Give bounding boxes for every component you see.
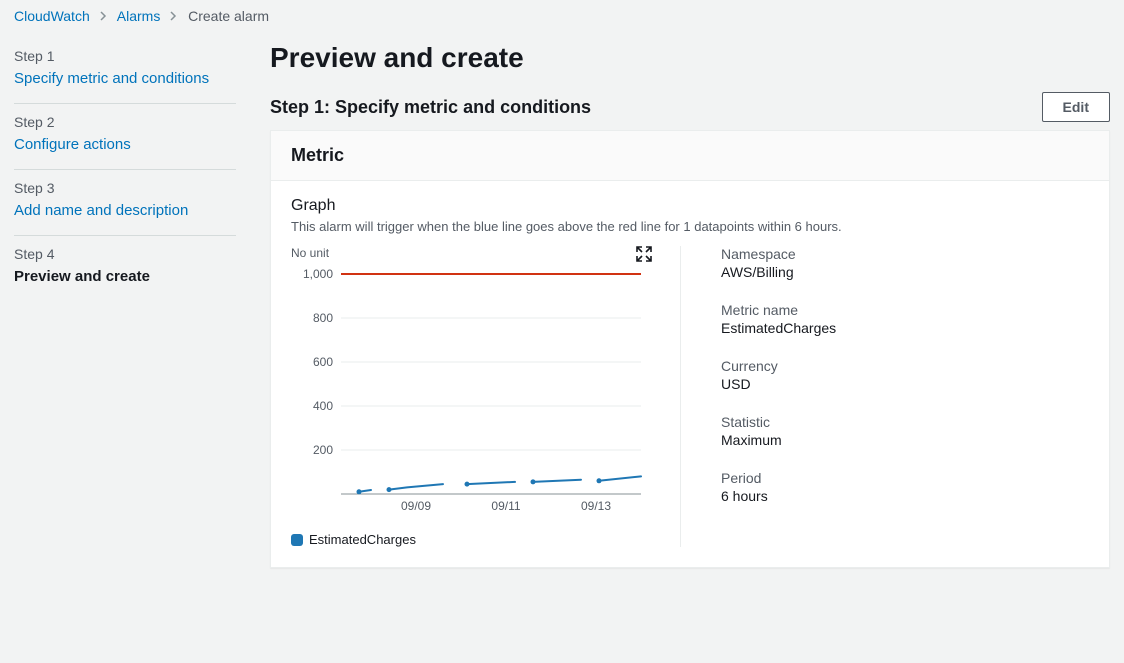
detail-statistic: Statistic Maximum [721,414,1089,448]
graph-description: This alarm will trigger when the blue li… [291,219,1089,234]
metric-details: Namespace AWS/Billing Metric name Estima… [721,246,1089,547]
svg-text:09/13: 09/13 [581,499,611,513]
page-title: Preview and create [270,42,1110,74]
svg-text:200: 200 [313,443,333,457]
breadcrumb-link-alarms[interactable]: Alarms [117,8,161,24]
detail-label: Namespace [721,246,1089,262]
detail-metric-name: Metric name EstimatedCharges [721,302,1089,336]
step-title: Specify metric and conditions [14,68,236,89]
svg-text:1,000: 1,000 [303,267,333,281]
breadcrumb: CloudWatch Alarms Create alarm [0,0,1124,28]
detail-label: Currency [721,358,1089,374]
sidebar-step-2[interactable]: Step 2 Configure actions [14,104,236,170]
legend-label: EstimatedCharges [309,532,416,547]
detail-value: AWS/Billing [721,264,1089,280]
legend-swatch [291,534,303,546]
detail-label: Period [721,470,1089,486]
detail-value: USD [721,376,1089,392]
svg-text:400: 400 [313,399,333,413]
detail-namespace: Namespace AWS/Billing [721,246,1089,280]
step-number: Step 3 [14,180,236,196]
detail-period: Period 6 hours [721,470,1089,504]
step-title: Configure actions [14,134,236,155]
chevron-right-icon [100,8,108,24]
svg-text:09/11: 09/11 [491,499,520,513]
svg-text:600: 600 [313,355,333,369]
sidebar-step-4: Step 4 Preview and create [14,236,236,301]
breadcrumb-current: Create alarm [188,8,269,24]
chevron-right-icon [170,8,178,24]
detail-value: Maximum [721,432,1089,448]
y-axis-unit: No unit [291,246,656,260]
detail-label: Metric name [721,302,1089,318]
graph-pane: No unit 200 400 600 800 1,000 09/09 09/11 09/13 [291,246,681,547]
svg-text:09/09: 09/09 [401,499,431,513]
metric-chart: 200 400 600 800 1,000 09/09 09/11 09/13 [291,264,651,524]
sidebar-step-3[interactable]: Step 3 Add name and description [14,170,236,236]
sidebar-step-1[interactable]: Step 1 Specify metric and conditions [14,38,236,104]
detail-value: 6 hours [721,488,1089,504]
main-content: Preview and create Step 1: Specify metri… [250,28,1124,568]
breadcrumb-link-cloudwatch[interactable]: CloudWatch [14,8,90,24]
graph-label: Graph [291,197,1089,215]
step-number: Step 4 [14,246,236,262]
step-title: Add name and description [14,200,236,221]
svg-text:800: 800 [313,311,333,325]
expand-icon[interactable] [636,246,652,262]
step-number: Step 1 [14,48,236,64]
detail-label: Statistic [721,414,1089,430]
step-number: Step 2 [14,114,236,130]
metric-card: Metric Graph This alarm will trigger whe… [270,130,1110,568]
wizard-sidebar: Step 1 Specify metric and conditions Ste… [0,28,250,568]
detail-value: EstimatedCharges [721,320,1089,336]
section-title: Step 1: Specify metric and conditions [270,97,591,118]
card-title: Metric [291,145,1089,166]
detail-currency: Currency USD [721,358,1089,392]
chart-legend: EstimatedCharges [291,532,656,547]
edit-button[interactable]: Edit [1042,92,1110,122]
step-title: Preview and create [14,266,236,287]
